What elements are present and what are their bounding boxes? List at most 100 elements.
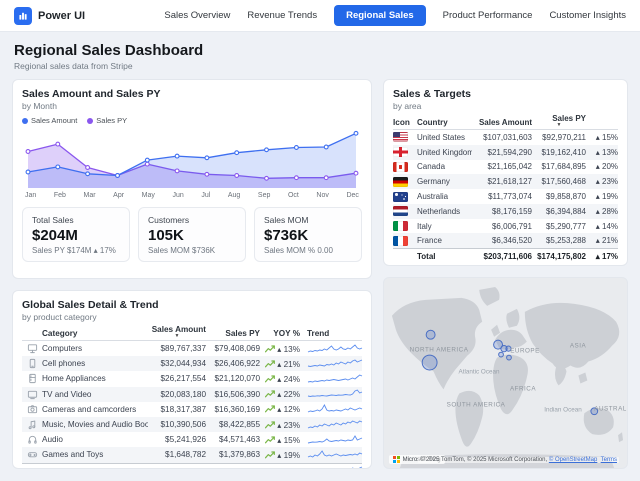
right-column: Sales & Targets by area Icon Country Sal…	[383, 79, 628, 469]
topbar: Power UI Sales Overview Revenue Trends R…	[0, 0, 640, 32]
trend-cell	[300, 373, 362, 385]
yoy-cell: ▴ 24%	[260, 374, 300, 384]
terms-link[interactable]: Terms	[601, 457, 617, 463]
tab-regional-sales[interactable]: Regional Sales	[334, 5, 426, 26]
map-bubble[interactable]	[506, 346, 511, 351]
world-map[interactable]	[384, 278, 627, 468]
country-cell: Italy	[417, 222, 472, 231]
category-cell: Cameras and camcorders	[42, 405, 148, 414]
table-row[interactable]: United States$107,031,603$92,970,211▴ 15…	[393, 130, 618, 145]
table-total-row[interactable]: Total$203,711,606$174,175,802▴ 17%	[22, 463, 362, 470]
sparkline-chart	[307, 449, 363, 461]
sales-py-cell: $17,560,468	[532, 177, 586, 186]
sales-amount-cell: $21,594,290	[472, 148, 532, 157]
table-row[interactable]: Games and Toys$1,648,782$1,379,863▴ 19%	[22, 447, 362, 462]
sales-py-cell: $174,175,802	[206, 468, 260, 470]
openstreetmap-link[interactable]: © OpenStreetMap	[549, 457, 597, 463]
kpi-sales-mom[interactable]: Sales MOM $736K Sales MOM % 0.00	[254, 207, 362, 262]
table-row[interactable]: Canada$21,165,042$17,684,895▴ 20%	[393, 160, 618, 175]
sales-amount-cell: $6,346,520	[472, 236, 532, 245]
tab-customer-insights[interactable]: Customer Insights	[549, 10, 626, 21]
table-row[interactable]: TV and Video$20,083,180$16,506,390▴ 22%	[22, 387, 362, 402]
us-flag-icon	[393, 132, 408, 142]
page-subtitle: Regional sales data from Stripe	[14, 61, 626, 71]
tab-sales-overview[interactable]: Sales Overview	[164, 10, 230, 21]
legend-item[interactable]: Sales Amount	[22, 116, 77, 125]
nav-tabs: Sales Overview Revenue Trends Regional S…	[164, 5, 626, 26]
table-row[interactable]: Germany$21,618,127$17,560,468▴ 23%	[393, 174, 618, 189]
x-tick-label: May	[142, 192, 155, 199]
map-bubble[interactable]	[426, 330, 435, 339]
col-sales-amount[interactable]: Sales Amount▼	[148, 325, 206, 338]
bar-chart-logo-icon	[14, 7, 32, 25]
trend-cell	[300, 434, 362, 446]
table-row[interactable]: Australia$11,773,074$9,858,870▴ 19%	[393, 189, 618, 204]
table-row[interactable]: Cameras and camcorders$18,317,387$16,360…	[22, 402, 362, 417]
legend-dot-icon	[87, 118, 93, 124]
category-table-subtitle: by product category	[22, 312, 362, 322]
sales-py-cell: $16,360,169	[206, 405, 260, 414]
yoy-cell: ▴ 12%	[260, 404, 300, 414]
country-cell: Netherlands	[417, 207, 472, 216]
map-bubble[interactable]	[499, 352, 504, 357]
col-trend[interactable]: Trend	[300, 329, 362, 338]
x-tick-label: Feb	[54, 192, 66, 199]
tab-revenue-trends[interactable]: Revenue Trends	[247, 10, 317, 21]
au-flag-icon	[393, 192, 408, 202]
sparkline-chart	[307, 373, 363, 385]
controller-icon	[22, 449, 42, 460]
kpi-total-sales[interactable]: Total Sales $204M Sales PY $174M ▴ 17%	[22, 207, 130, 262]
brand[interactable]: Power UI	[14, 7, 85, 25]
sales-amount-cell: $32,044,934	[148, 359, 206, 368]
col-icon[interactable]: Icon	[393, 118, 417, 127]
trend-cell	[300, 449, 362, 461]
table-row[interactable]: Music, Movies and Audio Books$10,390,506…	[22, 417, 362, 432]
total-label: Total	[417, 252, 472, 261]
table-total-row[interactable]: Total$203,711,606$174,175,802▴ 17%	[393, 248, 618, 263]
table-row[interactable]: Cell phones$32,044,934$26,406,922▴ 21%	[22, 356, 362, 371]
map-bubble[interactable]	[591, 408, 598, 415]
legend-item[interactable]: Sales PY	[87, 116, 127, 125]
table-row[interactable]: United Kingdom$21,594,290$19,162,410▴ 13…	[393, 145, 618, 160]
col-country[interactable]: Country	[417, 118, 472, 127]
col-yoy[interactable]: YOY %	[260, 329, 300, 338]
col-sales-py[interactable]: Sales PY▼	[532, 114, 586, 127]
x-tick-label: Oct	[288, 192, 299, 199]
pct-change-cell: ▴ 28%	[586, 207, 618, 216]
col-sales-amount[interactable]: Sales Amount	[472, 118, 532, 127]
col-sales-py[interactable]: Sales PY	[206, 329, 260, 338]
map-bubble[interactable]	[422, 355, 437, 370]
de-flag-icon	[393, 177, 408, 187]
fr-flag-icon	[393, 236, 408, 246]
table-row[interactable]: Computers$89,767,337$79,408,069▴ 13%	[22, 341, 362, 356]
trend-up-icon	[265, 436, 275, 444]
monitor-icon	[22, 343, 42, 354]
table-row[interactable]: Italy$6,006,791$5,290,777▴ 14%	[393, 219, 618, 234]
total-label: Total	[42, 468, 148, 470]
x-tick-label: Apr	[113, 192, 124, 199]
table-row[interactable]: Audio$5,241,926$4,571,463▴ 15%	[22, 432, 362, 447]
map-bubble[interactable]	[507, 355, 512, 360]
country-cell: United Kingdom	[417, 148, 472, 157]
col-category[interactable]: Category	[42, 329, 148, 338]
x-tick-label: Nov	[316, 192, 328, 199]
sales-py-cell: $17,684,895	[532, 162, 586, 171]
table-row[interactable]: Netherlands$8,176,159$6,394,884▴ 28%	[393, 204, 618, 219]
kpi-customers[interactable]: Customers 105K Sales MOM $736K	[138, 207, 246, 262]
yoy-cell: ▴ 17%	[260, 467, 300, 469]
country-cell: United States	[417, 133, 472, 142]
country-cell: France	[417, 236, 472, 245]
tab-product-performance[interactable]: Product Performance	[443, 10, 533, 21]
trend-cell	[300, 358, 362, 370]
pct-change-cell: ▴ 15%	[586, 133, 618, 142]
sales-area-chart[interactable]	[22, 127, 362, 191]
sales-py-cell: $16,506,390	[206, 390, 260, 399]
chart-subtitle: by Month	[22, 101, 362, 111]
table-row[interactable]: France$6,346,520$5,253,288▴ 21%	[393, 233, 618, 248]
category-table-header[interactable]: Category Sales Amount▼ Sales PY YOY % Tr…	[22, 322, 362, 341]
targets-table-header[interactable]: Icon Country Sales Amount Sales PY▼	[393, 111, 618, 130]
targets-table-title: Sales & Targets	[393, 88, 618, 100]
world-map-panel[interactable]: NORTH AMERICAEUROPEASIAAFRICASOUTH AMERI…	[383, 277, 628, 469]
sparkline-chart	[307, 419, 363, 431]
table-row[interactable]: Home Appliances$26,217,554$21,120,070▴ 2…	[22, 371, 362, 386]
